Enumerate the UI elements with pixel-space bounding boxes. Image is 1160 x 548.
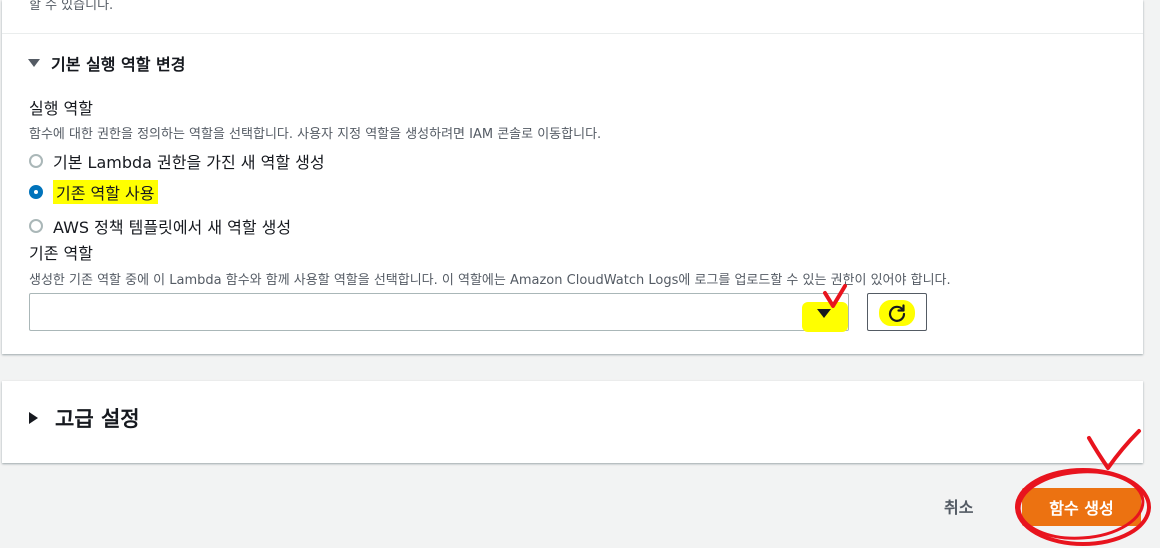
radio-label: AWS 정책 템플릿에서 새 역할 생성 — [53, 218, 292, 237]
execution-role-description: 함수에 대한 권한을 정의하는 역할을 선택합니다. 사용자 지정 역할을 생성… — [29, 127, 602, 142]
radio-option-new-basic-role[interactable]: 기본 Lambda 권한을 가진 새 역할 생성 — [29, 149, 325, 173]
refresh-icon — [888, 304, 906, 322]
create-function-button[interactable]: 함수 생성 — [1022, 488, 1141, 526]
caret-down-icon[interactable] — [817, 309, 831, 318]
section-title: 기본 실행 역할 변경 — [51, 55, 186, 74]
existing-role-label: 기존 역할 — [29, 244, 93, 263]
execution-role-panel: 할 수 있습니다. 기본 실행 역할 변경 실행 역할 함수에 대한 권한을 정… — [2, 0, 1143, 354]
divider — [2, 33, 1143, 34]
advanced-settings-title: 고급 설정 — [55, 407, 140, 431]
truncated-text: 할 수 있습니다. — [29, 0, 114, 13]
radio-label: 기본 Lambda 권한을 가진 새 역할 생성 — [53, 153, 325, 172]
radio-button[interactable] — [29, 219, 43, 233]
advanced-settings-toggle[interactable]: 고급 설정 — [29, 403, 140, 433]
expand-caret-icon — [28, 59, 40, 67]
radio-option-policy-template[interactable]: AWS 정책 템플릿에서 새 역할 생성 — [29, 214, 291, 238]
radio-option-existing-role[interactable]: 기존 역할 사용 — [29, 180, 158, 204]
execution-role-section-toggle[interactable]: 기본 실행 역할 변경 — [28, 51, 185, 75]
advanced-settings-panel: 고급 설정 — [2, 381, 1143, 463]
radio-button-selected[interactable] — [29, 185, 43, 199]
existing-role-select[interactable] — [29, 293, 849, 332]
execution-role-label: 실행 역할 — [29, 99, 93, 118]
expand-caret-icon — [29, 412, 38, 424]
radio-button[interactable] — [29, 154, 43, 168]
refresh-button[interactable] — [867, 293, 927, 331]
cancel-button[interactable]: 취소 — [944, 494, 973, 518]
existing-role-description: 생성한 기존 역할 중에 이 Lambda 함수와 함께 사용할 역할을 선택합… — [29, 273, 951, 288]
radio-label: 기존 역할 사용 — [53, 180, 158, 204]
